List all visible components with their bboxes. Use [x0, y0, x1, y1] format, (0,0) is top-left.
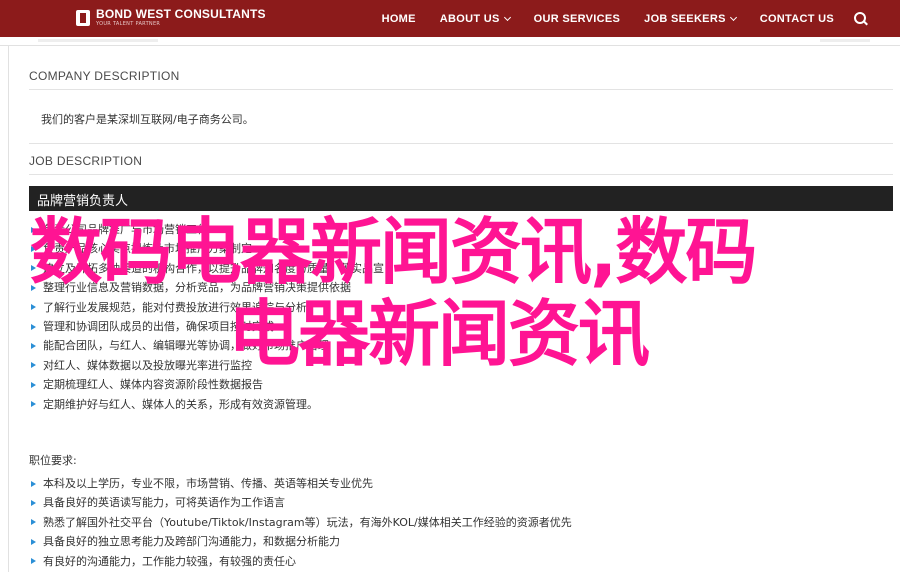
list-item: 本科及以上学历，专业不限，市场营销、传播、英语等相关专业优先 — [29, 474, 572, 493]
site-logo[interactable]: BOND WEST CONSULTANTS YOUR TALENT PARTNE… — [76, 8, 266, 27]
divider — [29, 143, 893, 144]
breadcrumb — [38, 39, 158, 42]
arrow-right-icon — [31, 343, 36, 350]
brand-tagline: YOUR TALENT PARTNER — [96, 21, 161, 27]
top-navigation-bar: BOND WEST CONSULTANTS YOUR TALENT PARTNE… — [0, 0, 900, 37]
nav-home[interactable]: HOME — [382, 13, 416, 25]
list-item: 熟悉了解国外社交平台（Youtube/Tiktok/Instagram等）玩法，… — [29, 513, 572, 532]
main-menu: HOME ABOUT US OUR SERVICES JOB SEEKERS C… — [358, 0, 868, 37]
sub-header-strip — [0, 37, 900, 46]
arrow-right-icon — [31, 362, 36, 369]
nav-about-us[interactable]: ABOUT US — [439, 12, 511, 25]
overlay-headline-line2: 电器新闻资讯 — [228, 292, 650, 376]
arrow-right-icon — [31, 558, 36, 565]
sub-header-link — [820, 39, 870, 42]
arrow-right-icon — [31, 304, 36, 311]
arrow-right-icon — [31, 519, 36, 526]
arrow-right-icon — [31, 480, 36, 487]
company-description-text: 我们的客户是某深圳互联网/电子商务公司。 — [41, 113, 254, 126]
brand-name: BOND WEST CONSULTANTS — [96, 7, 266, 21]
nav-about-label: ABOUT US — [439, 12, 500, 25]
divider — [29, 174, 893, 175]
nav-job-seekers-label: JOB SEEKERS — [644, 12, 726, 25]
building-icon — [76, 9, 90, 26]
list-item: 定期梳理红人、媒体内容资源阶段性数据报告 — [29, 375, 384, 394]
arrow-right-icon — [31, 538, 36, 545]
divider — [29, 89, 893, 90]
nav-contact-us[interactable]: CONTACT US — [760, 13, 834, 25]
job-title: 品牌营销负责人 — [37, 194, 129, 209]
nav-job-seekers[interactable]: JOB SEEKERS — [644, 12, 737, 25]
list-item: 定期维护好与红人、媒体人的关系，形成有效资源管理。 — [29, 395, 384, 414]
arrow-right-icon — [31, 381, 36, 388]
job-description-heading: JOB DESCRIPTION — [29, 154, 143, 168]
requirements-label: 职位要求: — [29, 454, 77, 467]
arrow-right-icon — [31, 401, 36, 408]
arrow-right-icon — [31, 323, 36, 330]
company-description-heading: COMPANY DESCRIPTION — [29, 69, 180, 83]
overlay-headline-line1: 数码电器新闻资讯,数码 — [30, 210, 757, 294]
job-title-band: 品牌营销负责人 — [29, 186, 893, 211]
chevron-down-icon — [503, 13, 511, 21]
list-item: 具备良好的独立思考能力及跨部门沟通能力，和数据分析能力 — [29, 532, 572, 551]
left-divider — [8, 46, 9, 572]
chevron-down-icon — [729, 13, 737, 21]
requirements-list: 本科及以上学历，专业不限，市场营销、传播、英语等相关专业优先 具备良好的英语读写… — [29, 474, 572, 571]
list-item: 有良好的沟通能力，工作能力较强，有较强的责任心 — [29, 552, 572, 571]
nav-our-services[interactable]: OUR SERVICES — [534, 13, 621, 25]
list-item: 具备良好的英语读写能力，可将英语作为工作语言 — [29, 493, 572, 512]
arrow-right-icon — [31, 500, 36, 507]
search-icon[interactable] — [854, 11, 868, 26]
